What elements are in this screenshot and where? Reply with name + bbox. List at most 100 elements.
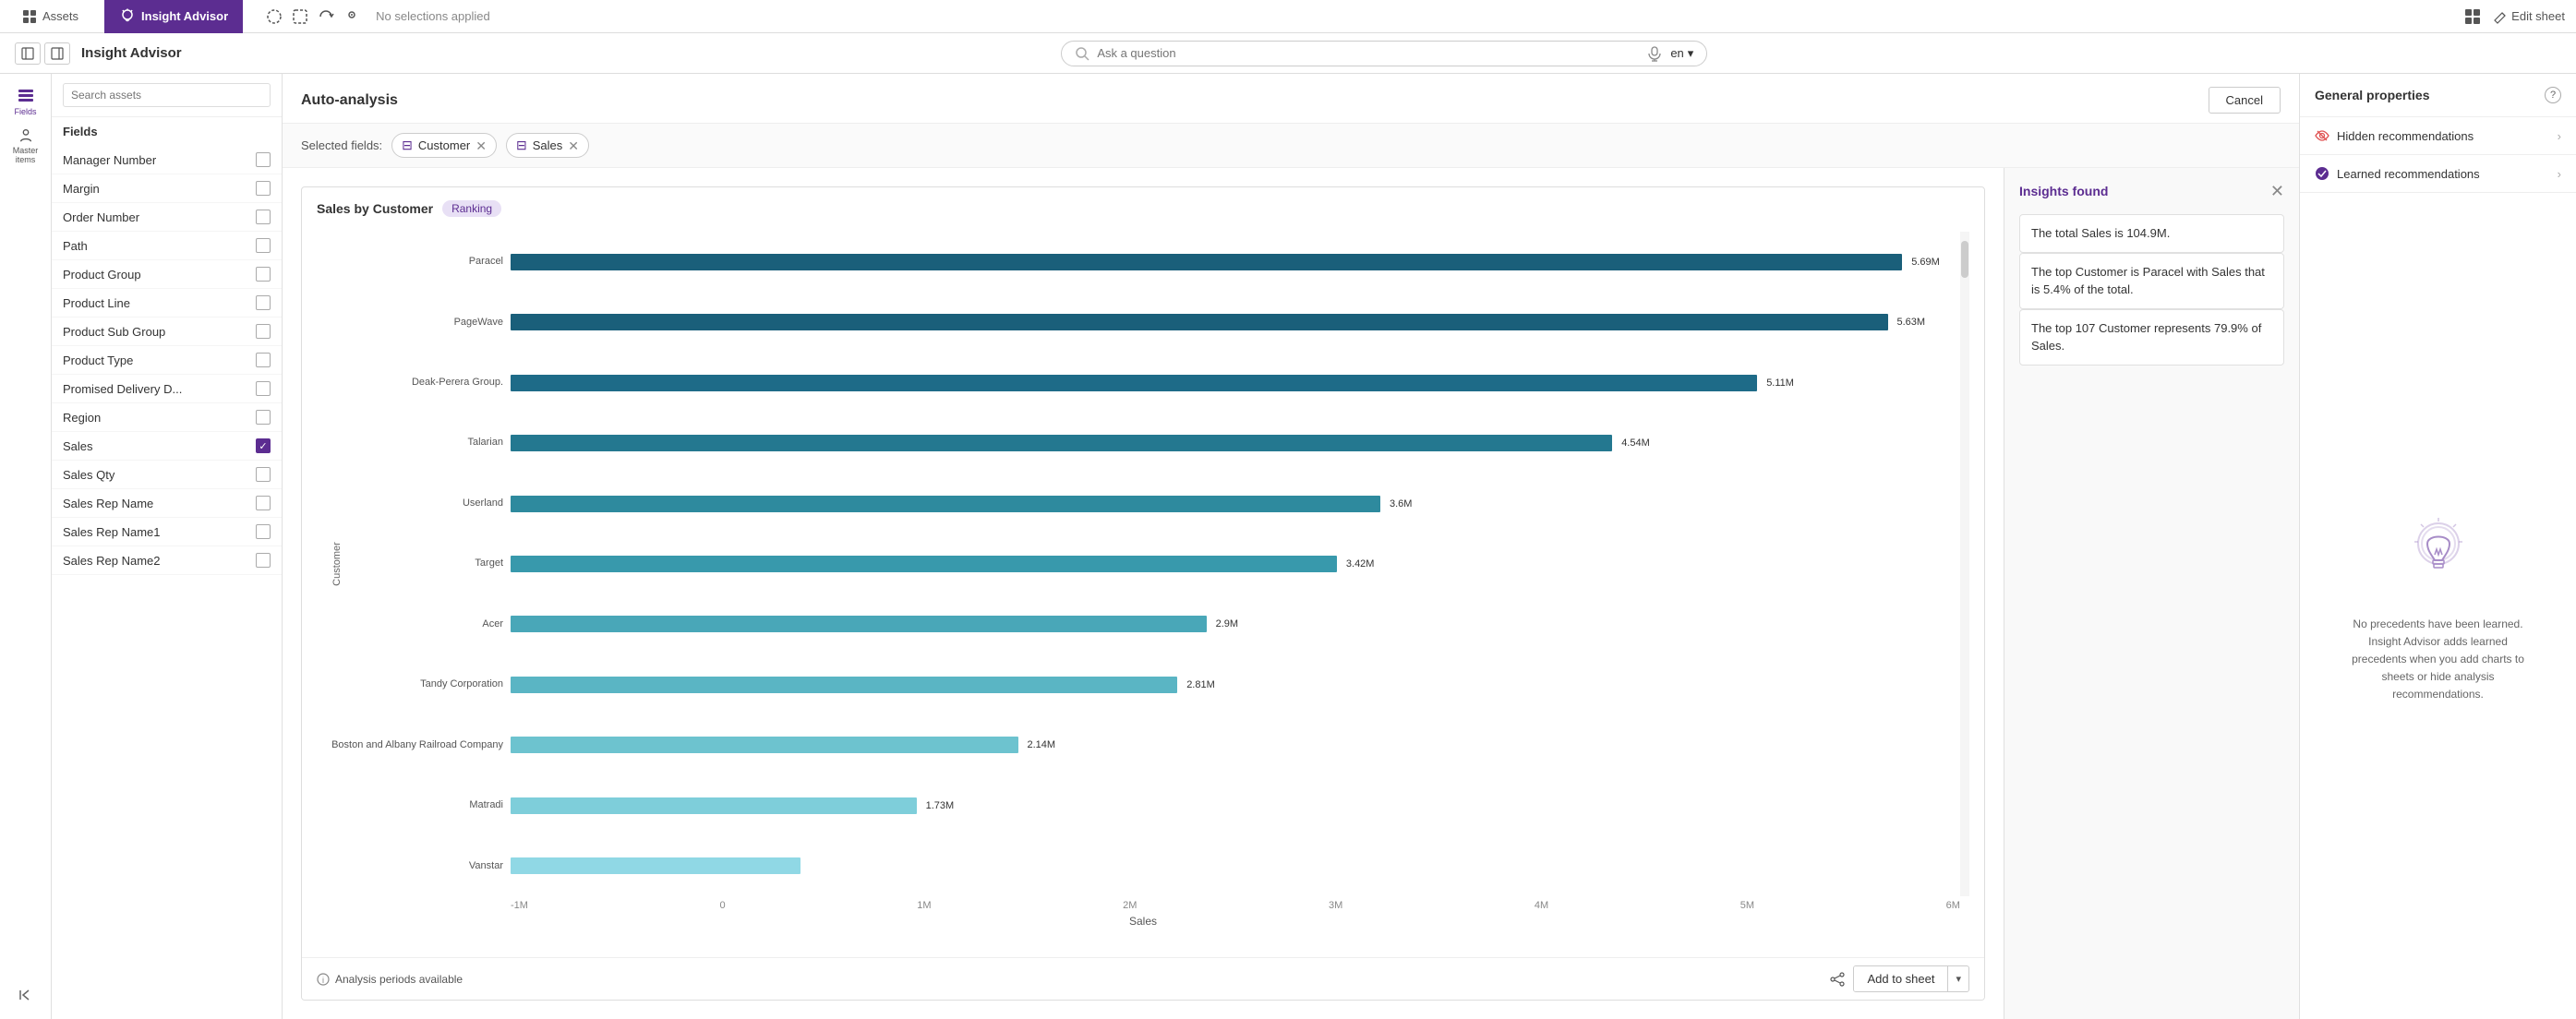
hidden-rec-label: Hidden recommendations [2337,129,2474,143]
field-name: Promised Delivery D... [63,382,182,396]
edit-icon [2493,9,2508,24]
field-item[interactable]: Order Number [52,203,282,232]
field-item[interactable]: Sales [52,432,282,461]
add-to-sheet-label[interactable]: Add to sheet [1854,966,1948,991]
bar[interactable] [511,556,1337,572]
insights-close-button[interactable]: ✕ [2270,183,2284,199]
bar[interactable] [511,737,1018,753]
auto-analysis-header: Auto-analysis Cancel [283,74,2299,124]
customer-chip[interactable]: ⊟ Customer ✕ [391,133,497,158]
field-item[interactable]: Sales Qty [52,461,282,489]
edit-sheet-button[interactable]: Edit sheet [2493,9,2565,24]
bar[interactable] [511,496,1380,512]
rotate-tool-icon[interactable] [317,7,335,26]
field-item[interactable]: Region [52,403,282,432]
field-item[interactable]: Sales Rep Name [52,489,282,518]
field-name: Sales Rep Name1 [63,525,161,539]
field-checkbox[interactable] [256,410,271,425]
selection-tool-icon[interactable] [291,7,309,26]
language-selector[interactable]: en ▾ [1670,46,1693,61]
bar[interactable] [511,254,1902,270]
field-name: Product Type [63,354,133,367]
field-checkbox[interactable] [256,467,271,482]
right-panel-header: General properties ? [2300,74,2576,117]
bar[interactable] [511,857,800,874]
main-content: Auto-analysis Cancel Selected fields: ⊟ … [283,74,2299,1019]
field-item[interactable]: Margin [52,174,282,203]
insight-advisor-tab[interactable]: Insight Advisor [104,0,243,33]
field-checkbox[interactable] [256,295,271,310]
question-input[interactable] [1097,46,1639,60]
field-item[interactable]: Product Sub Group [52,318,282,346]
bar-row: 5.69M [511,251,1960,273]
field-item[interactable]: Sales Rep Name2 [52,546,282,575]
panel-toggle-left[interactable] [15,42,41,65]
chart-footer: i Analysis periods available [302,957,1984,1000]
field-item[interactable]: Sales Rep Name1 [52,518,282,546]
field-item[interactable]: Path [52,232,282,260]
chart-header: Sales by Customer Ranking [302,187,1984,224]
insights-header: Insights found ✕ [2019,183,2284,199]
learned-recommendations-section[interactable]: Learned recommendations › [2300,155,2576,193]
add-to-sheet-dropdown[interactable]: ▾ [1948,967,1968,990]
lang-chevron-icon: ▾ [1688,46,1694,61]
help-button[interactable]: ? [2545,87,2561,103]
hidden-recommendations-section[interactable]: Hidden recommendations › [2300,117,2576,155]
bar-row: 4.54M [511,432,1960,454]
sales-chip-close[interactable]: ✕ [568,139,579,152]
bar[interactable] [511,616,1207,632]
sidebar-fields-icon[interactable]: Fields [7,83,44,120]
auto-analysis-panel: Auto-analysis Cancel Selected fields: ⊟ … [283,74,2299,1019]
share-icon[interactable] [1829,971,1846,988]
bar[interactable] [511,435,1612,451]
sales-chip[interactable]: ⊟ Sales ✕ [506,133,589,158]
field-item[interactable]: Product Type [52,346,282,375]
bar[interactable] [511,314,1888,330]
cancel-button[interactable]: Cancel [2209,87,2281,114]
field-item[interactable]: Manager Number [52,146,282,174]
assets-icon [22,9,37,24]
field-checkbox[interactable] [256,381,271,396]
panel-toggle [15,42,70,65]
lasso-tool-icon[interactable] [265,7,283,26]
add-to-sheet-button[interactable]: Add to sheet ▾ [1853,965,1969,992]
field-item[interactable]: Promised Delivery D... [52,375,282,403]
field-checkbox[interactable] [256,324,271,339]
field-checkbox[interactable] [256,553,271,568]
field-checkbox[interactable] [256,524,271,539]
microphone-icon[interactable] [1646,45,1663,62]
field-checkbox[interactable] [256,181,271,196]
panel-toggle-right[interactable] [44,42,70,65]
search-right: en ▾ [1646,45,1693,62]
chart-scrollbar[interactable] [1960,232,1969,896]
pin-tool-icon[interactable] [343,7,361,26]
search-icon [1075,46,1089,61]
field-item[interactable]: Product Group [52,260,282,289]
field-checkbox[interactable] [256,438,271,453]
sidebar-icons: Fields Master items [0,74,52,1019]
field-checkbox[interactable] [256,267,271,282]
bar-row: 3.6M [511,493,1960,515]
bar[interactable] [511,677,1177,693]
customer-chip-icon: ⊟ [402,138,413,153]
bar[interactable] [511,797,917,814]
field-checkbox[interactable] [256,353,271,367]
fields-list: Manager Number Margin Order Number Path … [52,146,282,1019]
x-axis-tick: 2M [1123,900,1137,911]
field-checkbox[interactable] [256,152,271,167]
grid-view-icon[interactable] [2463,7,2482,26]
customer-chip-close[interactable]: ✕ [475,139,487,152]
panel-left-icon [21,47,34,60]
question-search-bar[interactable]: en ▾ [1061,41,1707,66]
field-checkbox[interactable] [256,210,271,224]
bar[interactable] [511,375,1757,391]
field-item[interactable]: Product Line [52,289,282,318]
field-checkbox[interactable] [256,238,271,253]
sidebar-master-items-icon[interactable]: Master items [7,127,44,164]
sidebar-collapse-button[interactable] [18,987,34,1008]
analysis-periods: i Analysis periods available [317,973,463,986]
assets-tab[interactable]: Assets [11,9,90,24]
fields-search-input[interactable] [63,83,271,107]
insight-cards: The total Sales is 104.9M.The top Custom… [2019,214,2284,366]
field-checkbox[interactable] [256,496,271,510]
